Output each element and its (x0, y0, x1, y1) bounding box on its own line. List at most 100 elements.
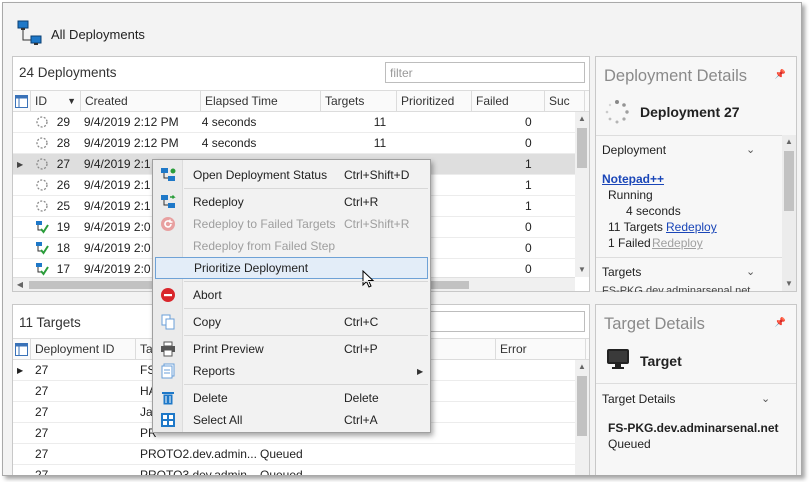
id-text: 28 (56, 136, 71, 150)
menu-item-redeploy-failed-step[interactable]: Redeploy from Failed Step (153, 235, 430, 257)
table-row[interactable]: 27 PROTO2.dev.admin... Queued (13, 444, 575, 465)
scroll-thumb[interactable] (577, 128, 587, 168)
menu-item-abort[interactable]: Abort (153, 284, 430, 306)
sort-desc-icon: ▼ (67, 96, 76, 106)
column-failed[interactable]: Failed (472, 91, 545, 112)
cell-deployment_id: 27 (35, 447, 49, 461)
column-deployment-id[interactable]: Deployment ID (31, 339, 136, 360)
id-text: 17 (56, 262, 71, 276)
scroll-left-icon[interactable]: ◀ (13, 278, 27, 292)
column-elapsed-time[interactable]: Elapsed Time (201, 91, 321, 112)
deployment-details-title: Deployment Details (604, 67, 748, 85)
cell-target: PROTO2.dev.admin... (140, 447, 256, 461)
menu-item-redeploy-failed-targets[interactable]: Redeploy to Failed Targets Ctrl+Shift+R (153, 213, 430, 235)
chevron-down-icon[interactable]: ⌄ (746, 265, 755, 278)
spinner-icon (36, 200, 48, 212)
cell-id: 27 (31, 157, 80, 171)
deployment-name: Deployment 27 (640, 104, 740, 120)
targets-vscroll[interactable]: ▲ (575, 360, 589, 475)
id-text: 18 (56, 241, 71, 255)
details-vscroll[interactable]: ▲ ▼ (782, 135, 796, 291)
cell-id: 29 (31, 115, 80, 129)
cell-failed: 1 (524, 178, 532, 192)
package-link[interactable]: Notepad++ (602, 172, 664, 186)
menu-separator (184, 335, 428, 336)
table-row[interactable]: 29 9/4/2019 2:12 PM 4 seconds 11 0 (13, 112, 575, 133)
table-row[interactable]: 27 PROTO3.dev.admin... Queued (13, 465, 575, 475)
cell-id: 17 (31, 262, 80, 276)
cell-status: Queued (260, 447, 303, 461)
column-id[interactable]: ID ▼ (31, 91, 81, 112)
details-scroll-down-icon[interactable]: ▼ (782, 277, 796, 291)
cell-targets: 11 (373, 136, 387, 150)
menu-item-delete[interactable]: Delete Delete (153, 387, 430, 409)
row-indicator: ▶ (17, 365, 24, 375)
menu-item-copy[interactable]: Copy Ctrl+C (153, 311, 430, 333)
divider (596, 257, 782, 258)
cell-targets: 11 (373, 115, 387, 129)
spinner-icon (36, 158, 48, 170)
printer-icon (161, 341, 175, 357)
targets-scroll-up-icon[interactable]: ▲ (575, 360, 589, 374)
column-success[interactable]: Suc (545, 91, 585, 112)
page-title: All Deployments (51, 26, 145, 42)
cell-failed: 1 (524, 199, 532, 213)
scroll-up-icon[interactable]: ▲ (575, 112, 589, 126)
target-column-chooser-icon[interactable] (13, 339, 31, 360)
deployments-table-header: ID ▼ Created Elapsed Time Targets Priorit… (13, 90, 589, 112)
column-created[interactable]: Created (81, 91, 201, 112)
cell-id: 28 (31, 136, 80, 150)
open-status-icon (161, 168, 176, 181)
deployments-filter-input[interactable] (385, 62, 585, 83)
deployment-elapsed: 4 seconds (626, 204, 681, 218)
column-error[interactable]: Error (496, 339, 586, 360)
chevron-down-icon[interactable]: ⌄ (746, 143, 755, 156)
pin-icon[interactable]: 📌 (775, 69, 786, 80)
spinner-icon (36, 116, 48, 128)
row-indicator: ▶ (17, 159, 24, 169)
column-chooser-icon[interactable] (13, 91, 31, 112)
details-scroll-thumb[interactable] (784, 151, 794, 211)
page-header: All Deployments (17, 17, 145, 51)
spinner-icon (36, 179, 48, 191)
menu-item-select-all[interactable]: Select All Ctrl+A (153, 409, 430, 431)
chevron-down-icon[interactable]: ⌄ (761, 392, 770, 405)
menu-item-prioritize-deployment[interactable]: Prioritize Deployment (155, 257, 428, 288)
divider (596, 383, 796, 384)
redeploy-link[interactable]: Redeploy (666, 220, 717, 234)
table-row[interactable]: 28 9/4/2019 2:12 PM 4 seconds 11 0 (13, 133, 575, 154)
targets-cut-text: FS-PKG.dev.adminarsenal.net (602, 286, 751, 292)
cell-failed: 0 (524, 241, 532, 255)
targets-scroll-thumb[interactable] (577, 376, 587, 436)
cell-deployment_id: 27 (35, 405, 49, 419)
divider (596, 135, 782, 136)
cell-failed: 0 (524, 220, 532, 234)
pin-icon[interactable]: 📌 (775, 317, 786, 328)
column-prioritized[interactable]: Prioritized (397, 91, 472, 112)
target-details-panel: Target Details 📌 Target Target Details ⌄… (595, 304, 797, 475)
menu-item-redeploy[interactable]: Redeploy Ctrl+R (153, 191, 430, 213)
context-menu: Open Deployment Status Ctrl+Shift+D Rede… (152, 159, 431, 433)
reports-icon (161, 363, 175, 379)
deployments-vscroll[interactable]: ▲ ▼ (575, 112, 589, 277)
scroll-down-icon[interactable]: ▼ (575, 263, 589, 277)
target-host: FS-PKG.dev.adminarsenal.net (608, 421, 779, 435)
cell-failed: 0 (524, 136, 532, 150)
cell-created: 9/4/2019 2:12 PM (83, 136, 179, 150)
menu-item-open-deployment-status[interactable]: Open Deployment Status Ctrl+Shift+D (153, 164, 430, 186)
column-targets[interactable]: Targets (321, 91, 397, 112)
deployment-details-panel: Deployment Details 📌 Deployment 27 Deplo… (595, 56, 797, 292)
abort-icon (161, 288, 175, 302)
cell-deployment_id: 27 (35, 363, 49, 377)
cell-failed: 0 (524, 262, 532, 276)
details-scroll-up-icon[interactable]: ▲ (782, 135, 796, 149)
cell-deployment_id: 27 (35, 426, 49, 440)
cell-elapsed: 4 seconds (201, 115, 257, 129)
menu-item-reports[interactable]: Reports ▶ (153, 360, 430, 382)
cell-failed: 0 (524, 115, 532, 129)
menu-item-print-preview[interactable]: Print Preview Ctrl+P (153, 338, 430, 360)
targets-count-text: 11 Targets (608, 220, 663, 234)
monitor-icon (607, 349, 629, 369)
targets-title: 11 Targets (19, 315, 81, 330)
deployment-success-icon (35, 221, 49, 234)
